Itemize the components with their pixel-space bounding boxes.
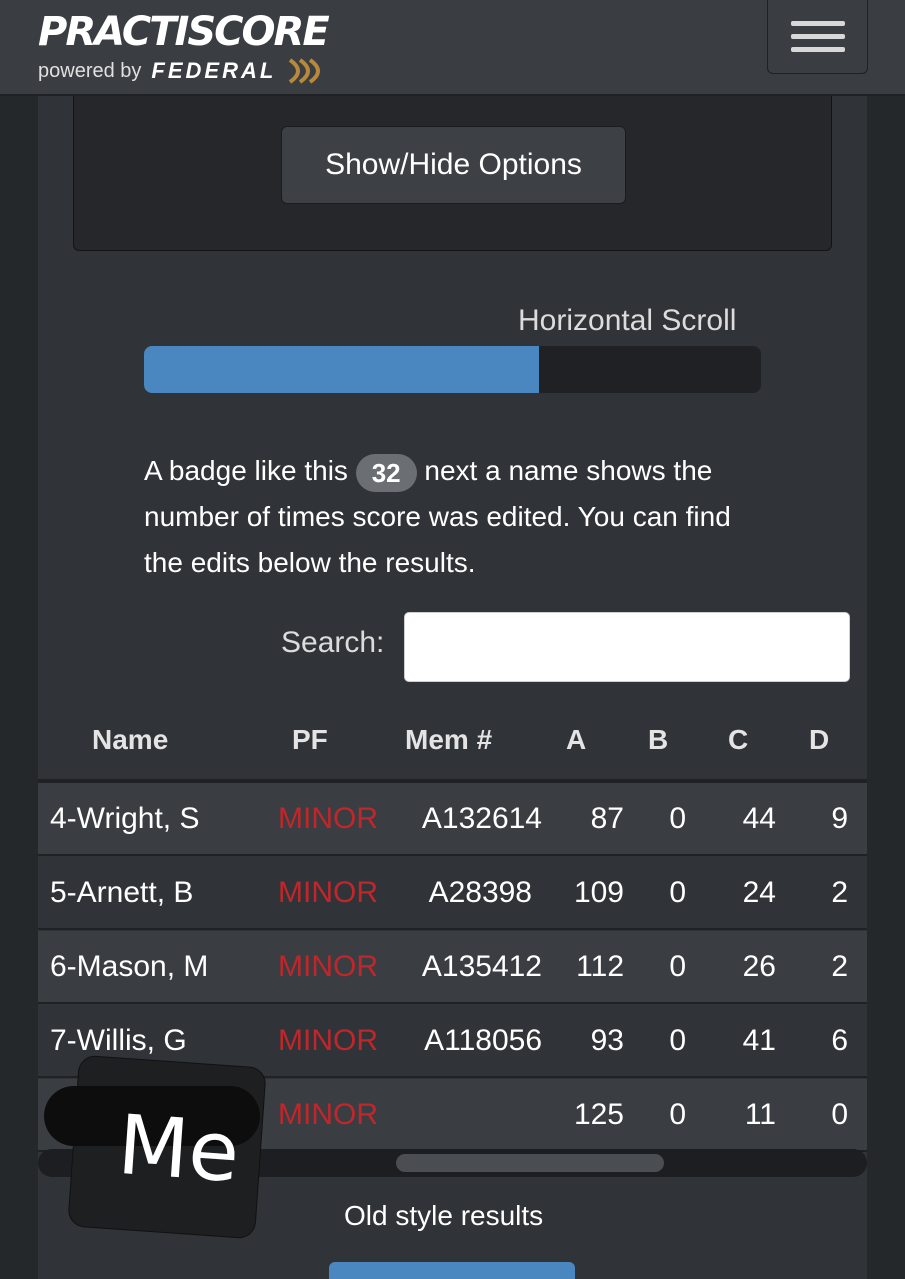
edit-badge-note: A badge like this 32 next a name shows t…	[144, 448, 764, 586]
cell-c: 24	[742, 876, 776, 909]
cell-b: 0	[669, 802, 686, 835]
cell-a: 87	[590, 802, 624, 835]
cell-c: 26	[742, 950, 776, 983]
horizontal-scroll-fill[interactable]	[144, 346, 539, 393]
table-row[interactable]: 6-Mason, M MINOR A135412 112 0 26 2	[38, 931, 867, 1004]
horizontal-scroll-slider[interactable]	[144, 346, 761, 393]
hamburger-icon	[790, 34, 845, 39]
cell-a: 93	[590, 1024, 624, 1057]
cell-d: 9	[831, 802, 848, 835]
logo-title: PRACTISCORE	[38, 9, 330, 55]
cell-c: 41	[742, 1024, 776, 1057]
cell-mem	[398, 1079, 542, 1150]
cell-b: 0	[669, 876, 686, 909]
cell-pf: MINOR	[278, 950, 378, 983]
cell-d: 6	[831, 1024, 848, 1057]
cell-d: 2	[831, 950, 848, 983]
cell-a: 109	[573, 876, 624, 909]
cell-b: 0	[669, 1098, 686, 1131]
show-hide-options-button[interactable]: Show/Hide Options	[281, 126, 626, 204]
search-label: Search:	[281, 626, 385, 659]
cell-c: 44	[742, 802, 776, 835]
cell-pf: MINOR	[278, 1098, 378, 1131]
cell-pf: MINOR	[278, 876, 378, 909]
cell-name[interactable]: 6-Mason, M	[50, 931, 208, 1002]
me-annotation-text: Me	[114, 1097, 243, 1202]
old-style-results-label: Old style results	[344, 1200, 544, 1231]
top-navbar: PRACTISCORE powered by FEDERAL	[0, 0, 905, 96]
column-header-b[interactable]: B	[648, 724, 668, 764]
logo-brand: FEDERAL	[151, 58, 277, 83]
cell-name[interactable]: 5-Arnett, B	[50, 857, 193, 928]
cell-mem: A135412	[421, 950, 542, 983]
page-background-left	[0, 96, 38, 1279]
old-style-results-button[interactable]	[329, 1262, 575, 1279]
horizontal-scroll-label: Horizontal Scroll	[518, 304, 737, 337]
hamburger-icon	[790, 21, 845, 26]
table-scrollbar-thumb[interactable]	[396, 1154, 664, 1172]
hamburger-menu-button[interactable]	[767, 0, 868, 74]
table-row[interactable]: 4-Wright, S MINOR A132614 87 0 44 9	[38, 783, 867, 856]
hamburger-icon	[790, 47, 845, 52]
cell-b: 0	[669, 1024, 686, 1057]
options-panel: Show/Hide Options	[73, 96, 832, 251]
cell-mem: A132614	[421, 802, 542, 835]
logo-powered-by: powered by	[38, 59, 142, 82]
column-header-mem[interactable]: Mem #	[405, 724, 492, 764]
column-header-pf[interactable]: PF	[292, 724, 328, 764]
cell-a: 125	[573, 1098, 624, 1131]
cell-d: 2	[831, 876, 848, 909]
cell-c: 11	[744, 1098, 776, 1131]
column-header-a[interactable]: A	[566, 724, 586, 764]
page-background-right	[867, 96, 905, 1279]
federal-chevron-icon	[289, 58, 321, 84]
cell-pf: MINOR	[278, 802, 378, 835]
cell-d: 0	[831, 1098, 848, 1131]
cell-name[interactable]: 4-Wright, S	[50, 783, 200, 854]
badge-note-text-before: A badge like this	[144, 455, 348, 486]
search-input[interactable]	[404, 612, 850, 682]
cell-a: 112	[576, 950, 624, 983]
column-header-c[interactable]: C	[728, 724, 748, 764]
table-row[interactable]: 5-Arnett, B MINOR A28398 109 0 24 2	[38, 857, 867, 930]
edit-count-badge: 32	[355, 453, 417, 492]
logo-subtitle: powered by FEDERAL	[38, 56, 328, 86]
column-header-d[interactable]: D	[809, 724, 829, 764]
cell-b: 0	[669, 950, 686, 983]
practiscore-logo[interactable]: PRACTISCORE powered by FEDERAL	[38, 9, 330, 86]
cell-mem: A118056	[424, 1024, 542, 1057]
column-header-name[interactable]: Name	[92, 724, 168, 764]
cell-pf: MINOR	[278, 1024, 378, 1057]
cell-mem: A28398	[428, 876, 532, 909]
